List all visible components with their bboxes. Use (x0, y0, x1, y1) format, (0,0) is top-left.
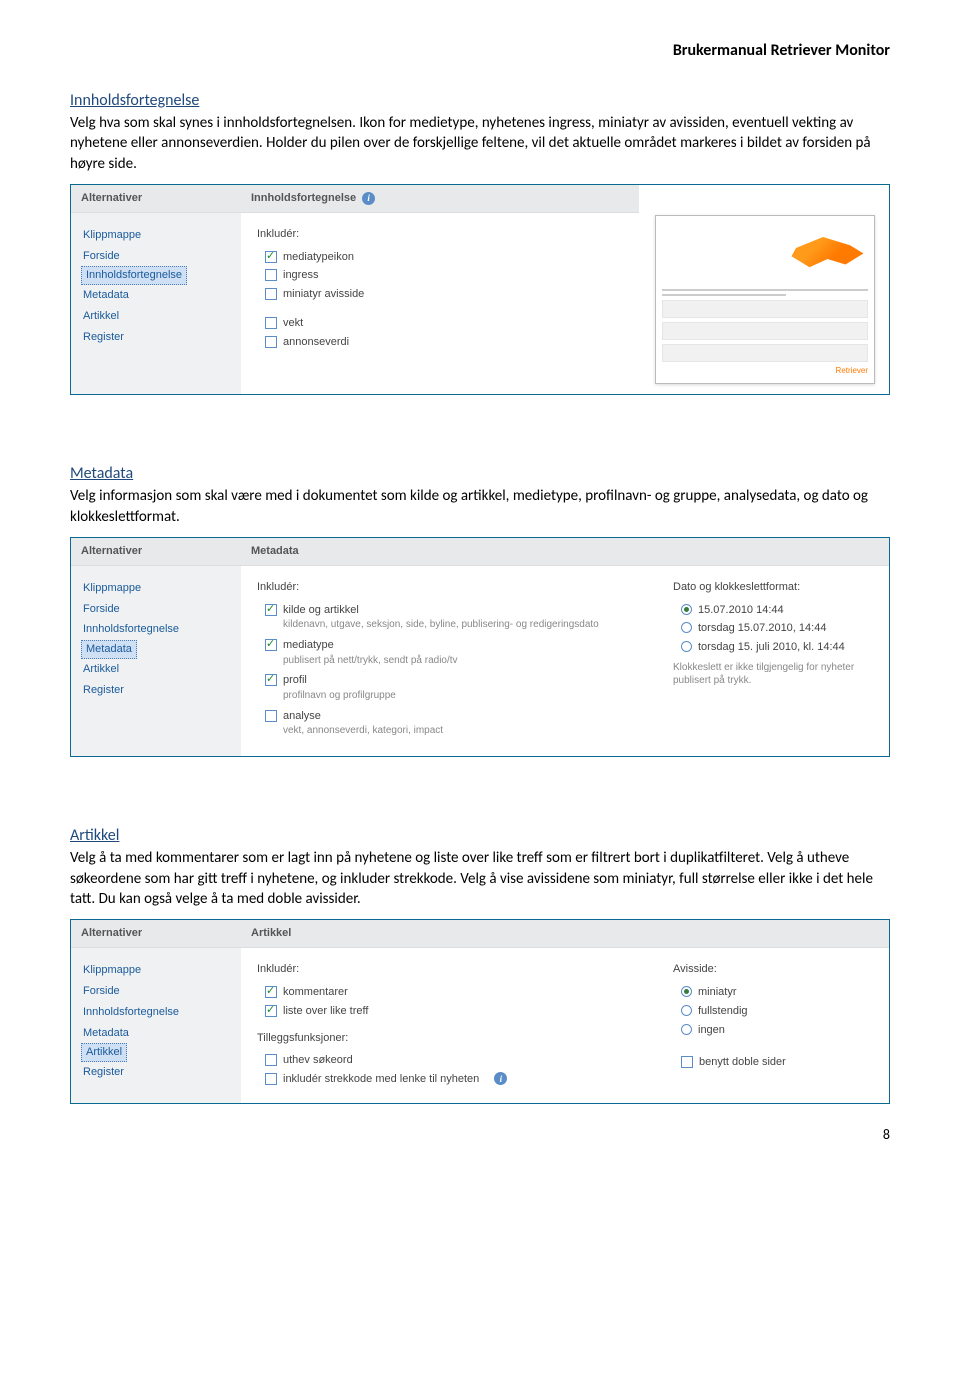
radio-label: 15.07.2010 14:44 (698, 603, 784, 618)
sidebar-item-metadata[interactable]: Metadata (81, 640, 137, 659)
check-label: kilde og artikkel (283, 603, 359, 618)
doc-header: Brukermanual Retriever Monitor (70, 40, 890, 62)
screenshot-metadata: Alternativer Klippmappe Forside Innholds… (70, 537, 890, 757)
info-icon[interactable]: i (362, 192, 375, 205)
heading-metadata: Metadata (70, 463, 890, 485)
screenshot-innholdsfortegnelse: Alternativer Klippmappe Forside Innholds… (70, 184, 890, 395)
sidebar-item-innholdsfortegnelse[interactable]: Innholdsfortegnelse (81, 619, 231, 640)
panel-title: Metadata (251, 544, 299, 559)
panel-head: Innholdsfortegnelse i (241, 185, 639, 213)
heading-innholdsfortegnelse: Innholdsfortegnelse (70, 90, 890, 112)
sidebar-item-register[interactable]: Register (81, 327, 231, 348)
check-label: ingress (283, 268, 318, 283)
page-number: 8 (70, 1126, 890, 1145)
radio-label: fullstendig (698, 1004, 748, 1019)
sidebar-item-klippmappe[interactable]: Klippmappe (81, 578, 231, 599)
brand-label: Retriever (662, 366, 868, 377)
radio-label: ingen (698, 1023, 725, 1038)
check-label: uthev søkeord (283, 1053, 353, 1068)
sidebar: Alternativer Klippmappe Forside Innholds… (71, 538, 241, 756)
sidebar-item-forside[interactable]: Forside (81, 246, 231, 267)
sidebar-item-register[interactable]: Register (81, 1062, 231, 1083)
sidebar-item-artikkel[interactable]: Artikkel (81, 659, 231, 680)
include-label: Inkludér: (257, 580, 643, 595)
check-desc: kildenavn, utgave, seksjon, side, byline… (257, 618, 643, 632)
check-label: mediatypeikon (283, 250, 354, 265)
check-mediatypeikon[interactable] (265, 251, 277, 263)
radio-ingen[interactable] (681, 1024, 692, 1035)
sidebar-item-klippmappe[interactable]: Klippmappe (81, 960, 231, 981)
check-label: profil (283, 673, 307, 688)
body-artikkel: Velg å ta med kommentarer som er lagt in… (70, 848, 890, 909)
panel-title: Artikkel (251, 926, 291, 941)
check-ingress[interactable] (265, 269, 277, 281)
check-annonseverdi[interactable] (265, 336, 277, 348)
check-label: analyse (283, 709, 321, 724)
sidebar-item-metadata[interactable]: Metadata (81, 285, 231, 306)
sidebar: Alternativer Klippmappe Forside Innholds… (71, 920, 241, 1103)
screenshot-artikkel: Alternativer Klippmappe Forside Innholds… (70, 919, 890, 1104)
check-label: miniatyr avisside (283, 287, 364, 302)
extra-head: Tilleggsfunksjoner: (257, 1031, 643, 1046)
sidebar-item-artikkel[interactable]: Artikkel (81, 1043, 127, 1062)
check-miniatyr[interactable] (265, 288, 277, 300)
check-strekkode[interactable] (265, 1073, 277, 1085)
check-kilde[interactable] (265, 604, 277, 616)
check-label: liste over like treff (283, 1004, 368, 1019)
check-uthev[interactable] (265, 1054, 277, 1066)
include-label: Inkludér: (257, 962, 643, 977)
sidebar: Alternativer Klippmappe Forside Innholds… (71, 185, 241, 394)
check-label: benytt doble sider (699, 1055, 786, 1070)
check-label: kommentarer (283, 985, 348, 1000)
panel-head: Metadata (241, 538, 889, 566)
radio-miniatyr[interactable] (681, 986, 692, 997)
sidebar-head: Alternativer (71, 920, 241, 948)
sidebar-item-forside[interactable]: Forside (81, 599, 231, 620)
radio-date-3[interactable] (681, 641, 692, 652)
check-mediatype[interactable] (265, 639, 277, 651)
check-desc: vekt, annonseverdi, kategori, impact (257, 724, 643, 738)
check-label: inkludér strekkode med lenke til nyheten (283, 1072, 479, 1087)
sidebar-head: Alternativer (71, 185, 241, 213)
info-icon[interactable]: i (494, 1072, 507, 1085)
panel-head: Artikkel (241, 920, 889, 948)
body-metadata: Velg informasjon som skal være med i dok… (70, 486, 890, 527)
check-profil[interactable] (265, 674, 277, 686)
check-desc: profilnavn og profilgruppe (257, 689, 643, 703)
sidebar-item-register[interactable]: Register (81, 680, 231, 701)
date-format-head: Dato og klokkeslettformat: (673, 580, 873, 595)
sidebar-item-innholdsfortegnelse[interactable]: Innholdsfortegnelse (81, 1002, 231, 1023)
check-label: vekt (283, 316, 303, 331)
sidebar-head: Alternativer (71, 538, 241, 566)
check-desc: publisert på nett/trykk, sendt på radio/… (257, 654, 643, 668)
date-note: Klokkeslett er ikke tilgjengelig for nyh… (673, 661, 873, 687)
radio-date-1[interactable] (681, 604, 692, 615)
check-analyse[interactable] (265, 710, 277, 722)
sidebar-item-innholdsfortegnelse[interactable]: Innholdsfortegnelse (81, 266, 187, 285)
sidebar-item-artikkel[interactable]: Artikkel (81, 306, 231, 327)
check-liketreff[interactable] (265, 1005, 277, 1017)
check-doble-sider[interactable] (681, 1056, 693, 1068)
avisside-head: Avisside: (673, 962, 873, 977)
panel-title: Innholdsfortegnelse (251, 191, 356, 206)
sidebar-item-forside[interactable]: Forside (81, 981, 231, 1002)
check-label: mediatype (283, 638, 334, 653)
sidebar-item-klippmappe[interactable]: Klippmappe (81, 225, 231, 246)
heading-artikkel: Artikkel (70, 825, 890, 847)
check-label: annonseverdi (283, 335, 349, 350)
radio-fullstendig[interactable] (681, 1005, 692, 1016)
page-preview: Retriever (655, 215, 875, 384)
radio-label: torsdag 15.07.2010, 14:44 (698, 621, 826, 636)
radio-label: miniatyr (698, 985, 737, 1000)
radio-date-2[interactable] (681, 622, 692, 633)
check-kommentarer[interactable] (265, 986, 277, 998)
radio-label: torsdag 15. juli 2010, kl. 14:44 (698, 640, 845, 655)
sidebar-item-metadata[interactable]: Metadata (81, 1023, 231, 1044)
body-innholdsfortegnelse: Velg hva som skal synes i innholdsforteg… (70, 113, 890, 174)
check-vekt[interactable] (265, 317, 277, 329)
include-label: Inkludér: (257, 227, 623, 242)
